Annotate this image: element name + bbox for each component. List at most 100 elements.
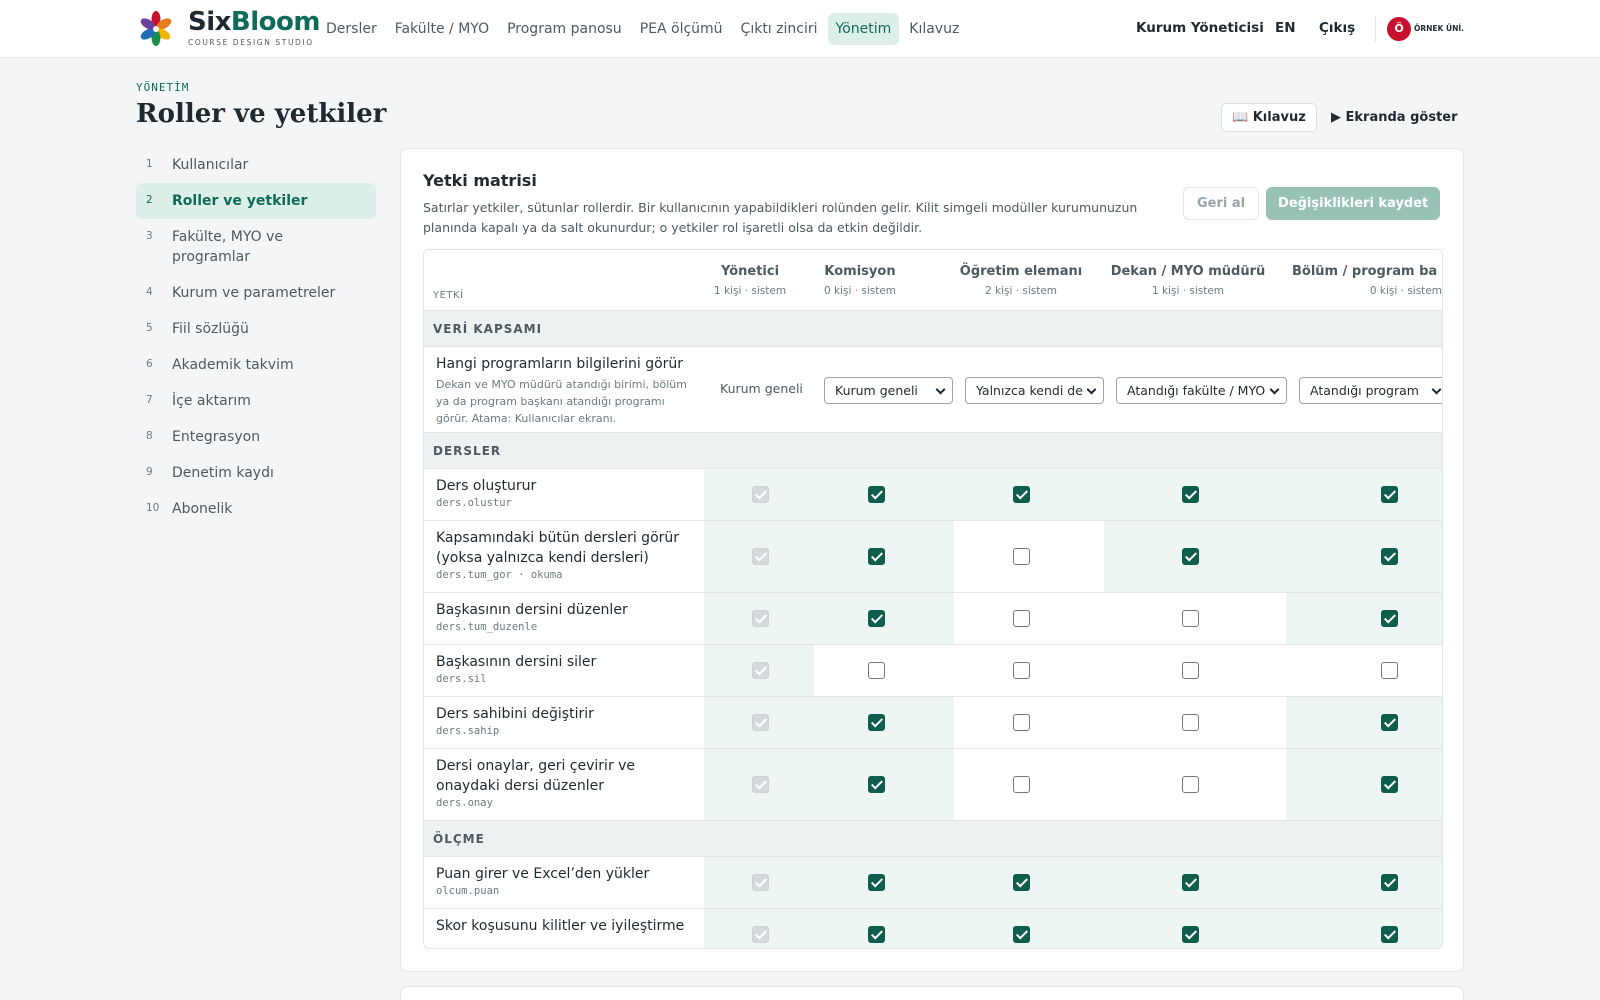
sidebar-item-label: Akademik takvim xyxy=(172,357,294,373)
user-name[interactable]: Kurum Yöneticisi xyxy=(1136,20,1264,36)
save-changes-button[interactable]: Değişiklikleri kaydet xyxy=(1266,187,1441,220)
permission-cell xyxy=(814,697,954,748)
permission-checkbox[interactable] xyxy=(1182,610,1199,627)
role-name: Yönetici xyxy=(720,264,780,279)
guide-button[interactable]: 📖 Kılavuz xyxy=(1221,103,1317,132)
sidebar-item-label: Entegrasyon xyxy=(172,429,261,445)
permission-cell xyxy=(954,593,1104,644)
nav-cikti-zinciri[interactable]: Çıktı zinciri xyxy=(733,13,826,45)
sidebar-item-abonelik[interactable]: 10 Abonelik xyxy=(136,491,376,527)
nav-yonetim[interactable]: Yönetim xyxy=(827,13,900,45)
permission-checkbox[interactable] xyxy=(868,610,885,627)
role-name: Dekan / MYO müdürü xyxy=(1110,264,1266,279)
permission-checkbox[interactable] xyxy=(1013,548,1030,565)
permission-checkbox[interactable] xyxy=(1013,926,1030,943)
undo-button[interactable]: Geri al xyxy=(1183,187,1260,220)
permission-cell xyxy=(954,697,1104,748)
permission-checkbox[interactable] xyxy=(868,926,885,943)
permission-checkbox[interactable] xyxy=(1381,486,1398,503)
permission-cell xyxy=(954,857,1104,908)
permission-checkbox[interactable] xyxy=(1381,926,1398,943)
permission-cell xyxy=(954,909,1104,948)
permission-checkbox[interactable] xyxy=(1182,926,1199,943)
sidebar-item-fakulte-myo-programlar[interactable]: 3 Fakülte, MYO ve programlar xyxy=(136,219,376,275)
sidebar-item-label: Fakülte, MYO ve programlar xyxy=(172,229,284,265)
language-toggle[interactable]: EN xyxy=(1275,20,1296,36)
permission-label: Ders oluşturur ders.olustur xyxy=(436,476,696,509)
permission-row: Ders sahibini değiştirir ders.sahip xyxy=(424,697,1442,749)
scope-select-dekan[interactable]: Atandığı fakülte / MYO xyxy=(1116,377,1287,404)
admin-sidebar: 1 Kullanıcılar 2 Roller ve yetkiler 3 Fakül… xyxy=(136,147,376,527)
permission-checkbox[interactable] xyxy=(1182,548,1199,565)
permission-checkbox[interactable] xyxy=(1381,874,1398,891)
sidebar-item-number: 10 xyxy=(146,502,160,514)
permission-cell xyxy=(704,857,814,908)
permission-code: ders.sil xyxy=(436,673,487,685)
sidebar-item-label: Kurum ve parametreler xyxy=(172,285,336,301)
nav-kilavuz[interactable]: Kılavuz xyxy=(901,13,967,45)
org-badge[interactable]: Ö xyxy=(1387,17,1411,41)
sidebar-item-denetim-kaydi[interactable]: 9 Denetim kaydı xyxy=(136,455,376,491)
nav-pea-olcumu[interactable]: PEA ölçümü xyxy=(632,13,731,45)
scope-select-bolum-baskani[interactable]: Atandığı program xyxy=(1299,377,1442,404)
permission-checkbox[interactable] xyxy=(1381,776,1398,793)
brand[interactable]: SixBloom COURSE DESIGN STUDIO xyxy=(188,7,320,47)
sidebar-item-kurum-parametreler[interactable]: 4 Kurum ve parametreler xyxy=(136,275,376,311)
permission-checkbox[interactable] xyxy=(1182,714,1199,731)
permission-checkbox[interactable] xyxy=(868,776,885,793)
permission-cell xyxy=(1104,909,1286,948)
locked-checkbox xyxy=(752,662,769,679)
permission-cell xyxy=(1104,645,1286,696)
permission-checkbox[interactable] xyxy=(868,548,885,565)
permission-checkbox[interactable] xyxy=(1013,776,1030,793)
permission-checkbox[interactable] xyxy=(1013,662,1030,679)
sidebar-item-number: 6 xyxy=(146,358,153,370)
permission-checkbox[interactable] xyxy=(868,874,885,891)
sidebar-item-number: 7 xyxy=(146,394,153,406)
permission-row: Ders oluşturur ders.olustur xyxy=(424,469,1442,521)
show-on-screen-button[interactable]: ▶ Ekranda göster xyxy=(1323,103,1466,132)
sidebar-item-number: 1 xyxy=(146,158,153,170)
permission-cell xyxy=(704,469,814,520)
permission-title: Ders sahibini değiştirir xyxy=(436,706,594,722)
permission-checkbox[interactable] xyxy=(868,714,885,731)
permission-checkbox[interactable] xyxy=(868,486,885,503)
permission-checkbox[interactable] xyxy=(1381,610,1398,627)
permission-checkbox[interactable] xyxy=(1381,714,1398,731)
sidebar-item-roller-ve-yetkiler[interactable]: 2 Roller ve yetkiler xyxy=(136,183,376,219)
role-meta: 2 kişi · sistem xyxy=(984,285,1058,297)
sidebar-item-akademik-takvim[interactable]: 6 Akademik takvim xyxy=(136,347,376,383)
sidebar-item-ice-aktarim[interactable]: 7 İçe aktarım xyxy=(136,383,376,419)
permission-title: Ders oluşturur xyxy=(436,478,537,494)
scope-select-komisyon[interactable]: Kurum geneli xyxy=(824,377,953,404)
nav-dersler[interactable]: Dersler xyxy=(318,13,385,45)
sidebar-item-entegrasyon[interactable]: 8 Entegrasyon xyxy=(136,419,376,455)
permission-title: Kapsamındaki bütün dersleri görür (yoksa… xyxy=(436,530,680,566)
permission-cell xyxy=(1286,749,1442,820)
logout-button[interactable]: Çıkış xyxy=(1319,20,1355,36)
permission-checkbox[interactable] xyxy=(1182,486,1199,503)
permission-checkbox[interactable] xyxy=(1013,486,1030,503)
sixbloom-logo-icon[interactable] xyxy=(139,10,173,46)
permission-title: Puan girer ve Excel’den yükler xyxy=(436,866,650,882)
nav-program-panosu[interactable]: Program panosu xyxy=(499,13,630,45)
permission-checkbox[interactable] xyxy=(1182,776,1199,793)
permission-checkbox[interactable] xyxy=(1182,662,1199,679)
scope-value-yonetici: Kurum geneli xyxy=(720,381,803,396)
role-header-ogretim-elemani: Öğretim elemanı 2 kişi · sistem xyxy=(959,263,1083,297)
permission-checkbox[interactable] xyxy=(1381,548,1398,565)
permission-checkbox[interactable] xyxy=(1381,662,1398,679)
permission-checkbox[interactable] xyxy=(868,662,885,679)
sidebar-item-fiil-sozlugu[interactable]: 5 Fiil sözlüğü xyxy=(136,311,376,347)
scope-select-ogretim-elemani[interactable]: Yalnızca kendi de xyxy=(965,377,1104,404)
sidebar-item-kullanicilar[interactable]: 1 Kullanıcılar xyxy=(136,147,376,183)
sidebar-item-label: Roller ve yetkiler xyxy=(172,193,308,209)
permission-checkbox[interactable] xyxy=(1182,874,1199,891)
permission-checkbox[interactable] xyxy=(1013,610,1030,627)
permission-checkbox[interactable] xyxy=(1013,874,1030,891)
nav-fakulte-myo[interactable]: Fakülte / MYO xyxy=(387,13,497,45)
permission-checkbox[interactable] xyxy=(1013,714,1030,731)
permission-matrix-card: Yetki matrisi Satırlar yetkiler, sütunla… xyxy=(400,148,1464,972)
sidebar-item-number: 9 xyxy=(146,466,153,478)
scope-label: Hangi programların bilgilerini görür Dek… xyxy=(436,354,691,427)
